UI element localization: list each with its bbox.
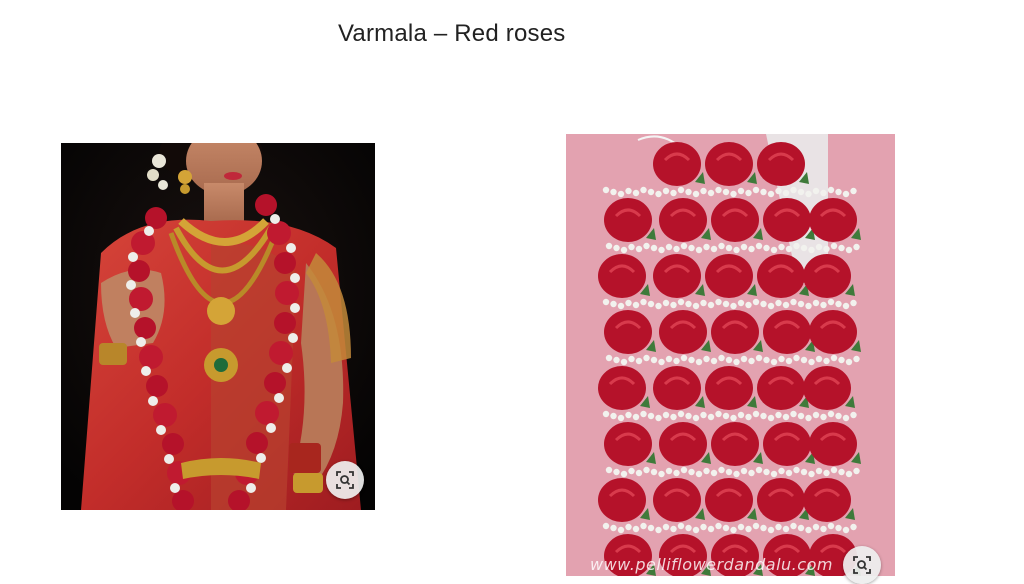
visual-search-button[interactable] [326, 461, 364, 499]
bride-garland-photo [61, 143, 375, 510]
visual-search-icon [336, 471, 354, 489]
slide-title: Varmala – Red roses [338, 20, 566, 47]
visual-search-button[interactable] [843, 546, 881, 584]
photo-watermark: www.pelliflowerdandalu.com [590, 555, 833, 574]
visual-search-icon [853, 556, 871, 574]
rose-varmala-photo: www.pelliflowerdandalu.com [566, 134, 895, 576]
